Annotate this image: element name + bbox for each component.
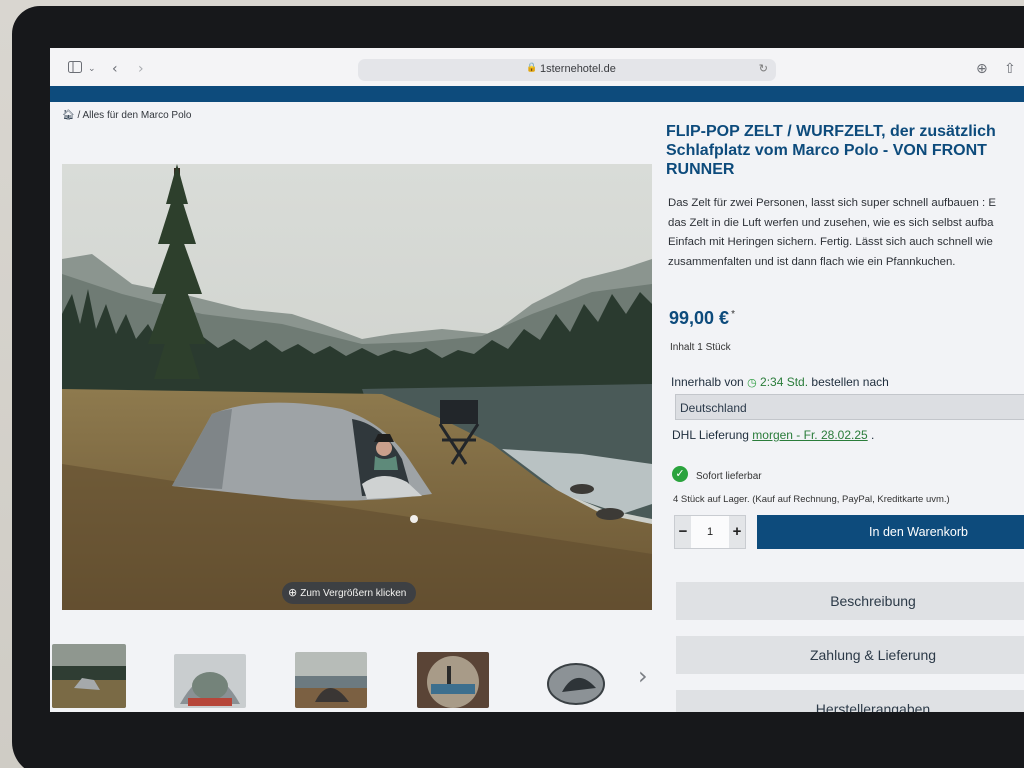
reload-icon[interactable]: ↻ (759, 62, 768, 75)
description-line: das Zelt in die Luft werfen und zusehen,… (668, 216, 994, 229)
description-line: Das Zelt für zwei Personen, lasst sich s… (668, 197, 996, 209)
product-description: Das Zelt für zwei Personen, lasst sich s… (668, 194, 1024, 272)
thumbnail[interactable] (295, 652, 367, 708)
product-price: 99,00 € * (669, 308, 735, 329)
sidebar-icon[interactable] (68, 60, 82, 78)
clock-icon: ◷ (747, 376, 757, 389)
url-text: 1sternehotel.de (540, 63, 616, 75)
price-asterisk: * (731, 309, 735, 320)
product-main-image[interactable] (62, 164, 652, 610)
delivery-prefix: Innerhalb von (671, 375, 744, 389)
dhl-prefix: DHL Lieferung (672, 428, 749, 442)
thumbnail[interactable] (174, 654, 246, 708)
tab-payment-delivery[interactable]: Zahlung & Lieferung (676, 636, 1024, 674)
quantity-plus-button[interactable]: + (729, 516, 745, 548)
dhl-delivery: DHL Lieferung morgen - Fr. 28.02.25 . (672, 428, 874, 442)
thumbnail[interactable] (417, 652, 489, 708)
share-icon[interactable]: ⇧ (1004, 60, 1016, 78)
tab-manufacturer[interactable]: Herstellerangaben (676, 690, 1024, 712)
address-bar[interactable]: 🔒 1sternehotel.de ↻ (358, 59, 776, 81)
title-line: Schlafplatz vom Marco Polo - VON FRONT (666, 142, 987, 159)
thumbnail[interactable] (542, 652, 608, 708)
thumbnail-next-icon[interactable]: › (638, 662, 648, 690)
stock-status: Sofort lieferbar (696, 471, 762, 482)
description-line: zusammenfalten und ist dann flach wie ei… (668, 255, 956, 268)
quantity-input[interactable]: 1 (691, 516, 729, 548)
zoom-button[interactable]: ⊕ Zum Vergrößern klicken (282, 582, 417, 604)
delivery-time: 2:34 Std. (760, 375, 809, 389)
nav-item[interactable] (74, 86, 204, 96)
thumbnail[interactable] (52, 644, 126, 708)
home-icon[interactable]: 🏠︎ (62, 110, 75, 121)
chevron-down-icon[interactable]: ⌄ (88, 60, 96, 78)
quantity-stepper: − 1 + (674, 515, 746, 549)
dhl-date-link[interactable]: morgen - Fr. 28.02.25 (752, 428, 867, 442)
forward-icon[interactable]: › (138, 60, 144, 78)
description-line: Einfach mit Heringen sichern. Fertig. Lä… (668, 236, 993, 249)
back-icon[interactable]: ‹ (112, 60, 118, 78)
title-line: FLIP-POP ZELT / WURFZELT, der zusätzlich (666, 123, 996, 140)
zoom-label: Zum Vergrößern klicken (300, 588, 407, 599)
stock-note: 4 Stück auf Lager. (Kauf auf Rechnung, P… (673, 494, 950, 505)
quantity-minus-button[interactable]: − (675, 516, 691, 548)
download-icon[interactable]: ⊕ (976, 60, 988, 78)
title-line: RUNNER (666, 161, 735, 178)
browser-screen: ⌄ ‹ › 🔒 1sternehotel.de ↻ ⊕ ⇧ 🏠︎ / Alles… (50, 48, 1024, 712)
breadcrumb-link[interactable]: Alles für den Marco Polo (83, 110, 192, 121)
price-value: 99,00 € (669, 308, 730, 328)
product-title: FLIP-POP ZELT / WURFZELT, der zusätzlich… (666, 122, 1024, 179)
delivery-suffix: bestellen nach (811, 375, 889, 389)
add-to-cart-button[interactable]: In den Warenkorb (757, 515, 1024, 549)
country-select[interactable]: Deutschland (675, 394, 1024, 420)
lock-icon: 🔒 (526, 63, 538, 73)
dhl-suffix: . (871, 428, 875, 442)
zoom-icon: ⊕ (288, 586, 298, 599)
country-value: Deutschland (680, 401, 747, 415)
tab-description[interactable]: Beschreibung (676, 582, 1024, 620)
delivery-countdown: Innerhalb von ◷ 2:34 Std. bestellen nach (671, 375, 889, 389)
breadcrumb: 🏠︎ / Alles für den Marco Polo (62, 110, 191, 121)
content-quantity: Inhalt 1 Stück (670, 342, 731, 353)
site-nav (50, 86, 1024, 102)
check-icon: ✓ (672, 466, 688, 482)
